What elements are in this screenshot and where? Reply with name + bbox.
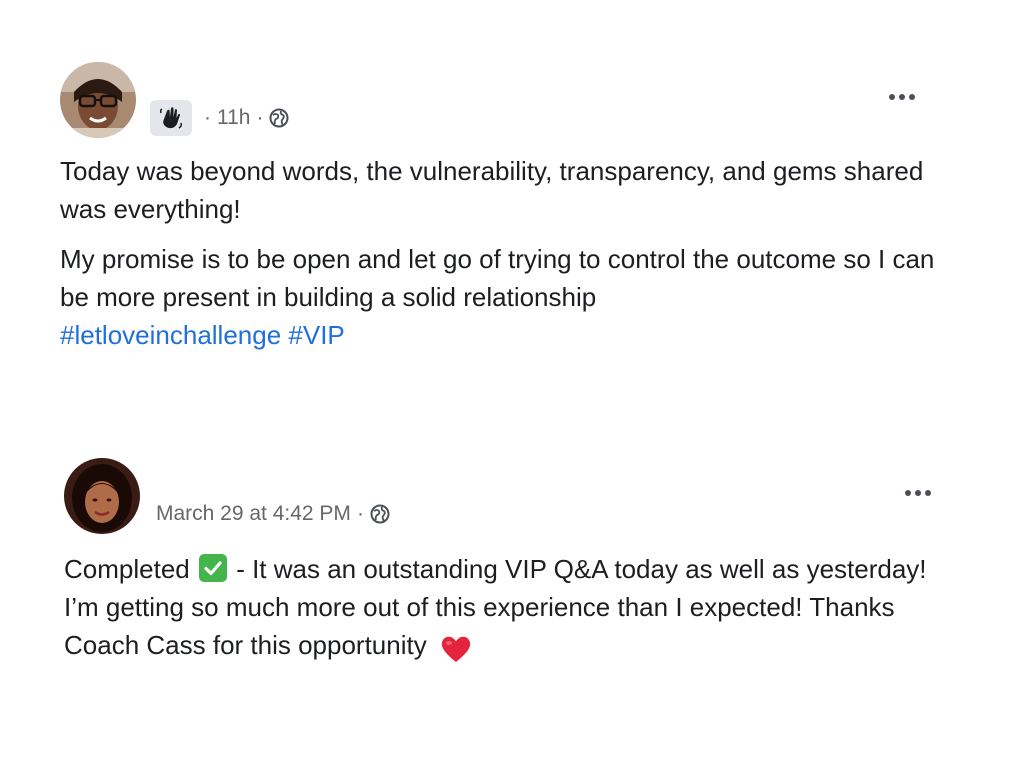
separator-dot: · xyxy=(256,106,264,129)
waving-hand-icon[interactable] xyxy=(150,100,192,136)
avatar[interactable] xyxy=(64,458,140,534)
separator-dot: · xyxy=(204,106,211,129)
more-options-icon xyxy=(899,94,905,100)
post-1: · 11h · Today was beyond words, the vuln… xyxy=(0,60,1024,360)
post-text: - It was an outstanding VIP Q&A today as… xyxy=(64,554,927,660)
hashtag-link[interactable]: #letloveinchallenge xyxy=(60,320,281,350)
post-body: Today was beyond words, the vulnerabilit… xyxy=(60,152,960,354)
more-options-icon xyxy=(909,94,915,100)
more-options-icon xyxy=(925,490,931,496)
post-paragraph-text: My promise is to be open and let go of t… xyxy=(60,244,935,312)
post-meta: · 11h · xyxy=(150,100,289,136)
more-options-icon xyxy=(905,490,911,496)
check-mark-emoji xyxy=(198,554,227,582)
hashtag-link[interactable]: #VIP xyxy=(288,320,344,350)
post-meta: March 29 at 4:42 PM · xyxy=(156,502,390,526)
post-text: Completed xyxy=(64,554,190,584)
more-options-icon xyxy=(915,490,921,496)
globe-icon[interactable] xyxy=(269,108,289,128)
globe-icon[interactable] xyxy=(370,504,390,524)
more-options-button[interactable] xyxy=(882,82,922,112)
separator-dot: · xyxy=(356,502,364,525)
more-options-button[interactable] xyxy=(898,478,938,508)
post-body: Completed - It was an outstanding VIP Q&… xyxy=(64,550,964,664)
more-options-icon xyxy=(889,94,895,100)
post-timestamp[interactable]: March 29 at 4:42 PM xyxy=(156,502,351,526)
red-heart-emoji xyxy=(440,634,472,664)
post-paragraph: My promise is to be open and let go of t… xyxy=(60,240,960,354)
avatar[interactable] xyxy=(60,62,136,138)
post-timestamp[interactable]: 11h xyxy=(217,106,250,130)
post-paragraph: Today was beyond words, the vulnerabilit… xyxy=(60,156,924,224)
post-2: March 29 at 4:42 PM · Completed - It was… xyxy=(0,456,1024,676)
